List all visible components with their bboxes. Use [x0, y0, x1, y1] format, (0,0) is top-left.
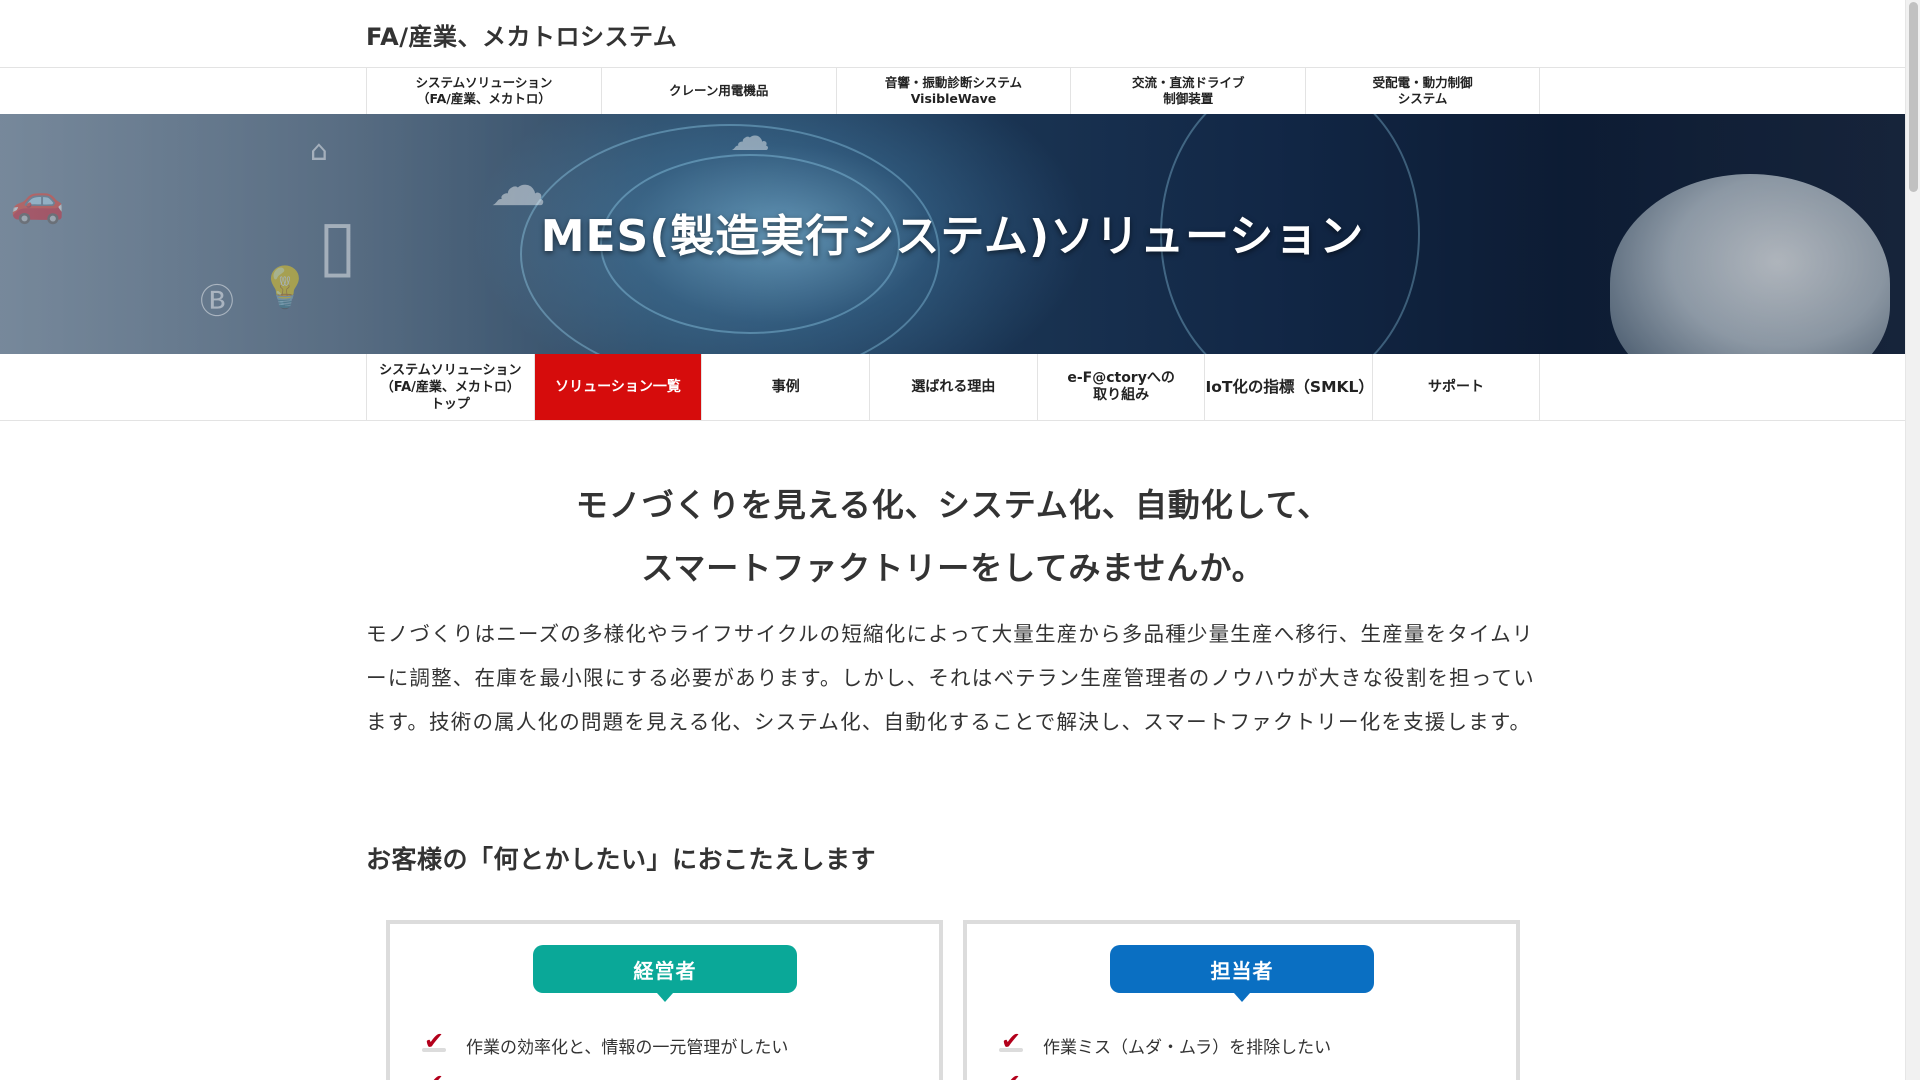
list-item: ✔ 作業ミス（ムダ・ムラ）を排除したい — [997, 1024, 1497, 1066]
global-nav-item-crane[interactable]: クレーン用電機品 — [600, 68, 836, 114]
scrollbar-thumb[interactable] — [1909, 2, 1918, 192]
card-badge: 経営者 — [533, 945, 797, 1002]
local-nav-item-smkl[interactable]: IoT化の指標（SMKL） — [1204, 354, 1374, 420]
lead-text: モノづくりはニーズの多様化やライフサイクルの短縮化によって大量生産から多品種少量… — [366, 622, 1535, 734]
list-item: ✔ 作業の効率化と、情報の一元管理がしたい — [420, 1024, 920, 1066]
checkmark-icon: ✔ — [420, 1070, 450, 1080]
section-heading: お客様の「何とかしたい」におこたえします — [366, 845, 877, 874]
local-nav-item-support[interactable]: サポート — [1372, 354, 1540, 420]
local-nav-item-solution-list[interactable]: ソリューション一覧 — [533, 354, 702, 420]
card-staff: 担当者 ✔ 作業ミス（ムダ・ムラ）を排除したい ✔ — [963, 920, 1520, 1080]
card-executive: 経営者 ✔ 作業の効率化と、情報の一元管理がしたい ✔ — [386, 920, 943, 1080]
lead-heading: モノづくりを見える化、システム化、自動化して、 スマートファクトリーをしてみませ… — [575, 486, 1331, 587]
list-item: ✔ — [420, 1066, 920, 1080]
local-nav-item-reasons[interactable]: 選ばれる理由 — [869, 354, 1037, 420]
local-nav-item-top[interactable]: システムソリューション （FA/産業、メカトロ） トップ — [366, 354, 534, 420]
local-nav-item-efactory[interactable]: e-F@ctoryへの 取り組み — [1036, 354, 1205, 420]
global-nav: システムソリューション （FA/産業、メカトロ） クレーン用電機品 音響・振動診… — [366, 68, 1540, 114]
hero-banner: 🚗 ⌂ ☁ ☁ ▯ 💡 Ⓑ MES(製造実行システム)ソリューション — [0, 114, 1905, 354]
card-checklist: ✔ 作業の効率化と、情報の一元管理がしたい ✔ — [420, 1024, 920, 1080]
local-nav: システムソリューション （FA/産業、メカトロ） トップ ソリューション一覧 事… — [366, 354, 1540, 420]
checkmark-icon: ✔ — [997, 1070, 1027, 1080]
list-item: ✔ — [997, 1066, 1497, 1080]
local-nav-item-cases[interactable]: 事例 — [701, 354, 869, 420]
checkmark-icon: ✔ — [997, 1028, 1027, 1058]
global-nav-item-visiblewave[interactable]: 音響・振動診断システム VisibleWave — [835, 68, 1071, 114]
global-nav-item-drive[interactable]: 交流・直流ドライブ 制御装置 — [1070, 68, 1305, 114]
local-nav-bar: システムソリューション （FA/産業、メカトロ） トップ ソリューション一覧 事… — [0, 354, 1905, 421]
card-badge: 担当者 — [1110, 945, 1374, 1002]
list-item-text: 作業の効率化と、情報の一元管理がしたい — [466, 1037, 789, 1058]
card-checklist: ✔ 作業ミス（ムダ・ムラ）を排除したい ✔ — [997, 1024, 1497, 1080]
page-scrollbar[interactable] — [1905, 0, 1920, 1080]
site-header: FA/産業、メカトロシステム — [0, 0, 1905, 68]
global-nav-item-power-control[interactable]: 受配電・動力制御 システム — [1305, 68, 1540, 114]
global-nav-item-system-solution[interactable]: システムソリューション （FA/産業、メカトロ） — [366, 68, 601, 114]
list-item-text: 作業ミス（ムダ・ムラ）を排除したい — [1043, 1037, 1332, 1058]
checkmark-icon: ✔ — [420, 1028, 450, 1058]
site-title[interactable]: FA/産業、メカトロシステム — [366, 17, 677, 52]
page-title: MES(製造実行システム)ソリューション — [540, 211, 1365, 262]
